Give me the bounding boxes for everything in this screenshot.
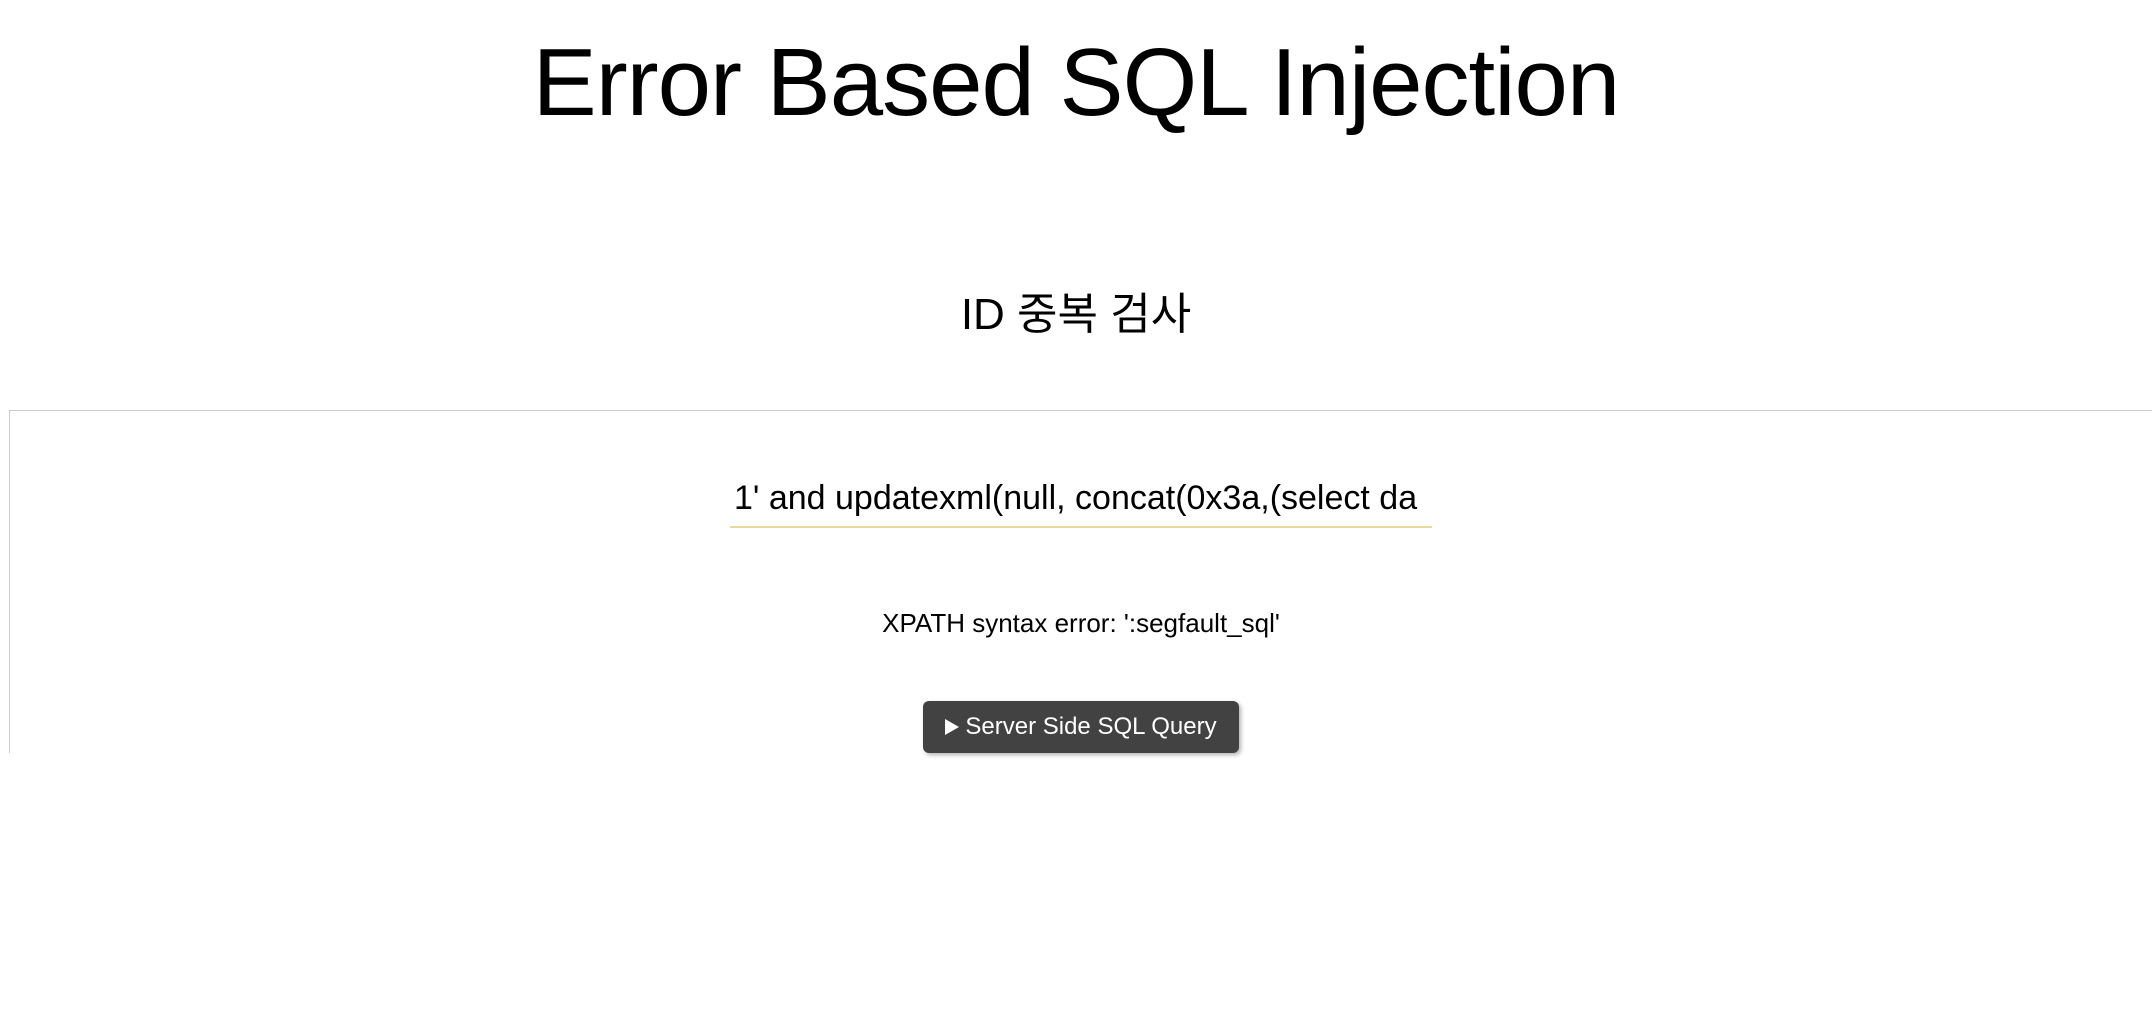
button-label: Server Side SQL Query xyxy=(965,713,1216,741)
sql-input[interactable] xyxy=(730,471,1432,528)
play-icon xyxy=(945,719,959,735)
subtitle: ID 중복 검사 xyxy=(0,278,2152,342)
page-title: Error Based SQL Injection xyxy=(0,28,2152,138)
content-box: XPATH syntax error: ':segfault_sql' Serv… xyxy=(9,410,2152,753)
server-query-button[interactable]: Server Side SQL Query xyxy=(923,701,1238,753)
error-message: XPATH syntax error: ':segfault_sql' xyxy=(10,608,2152,639)
